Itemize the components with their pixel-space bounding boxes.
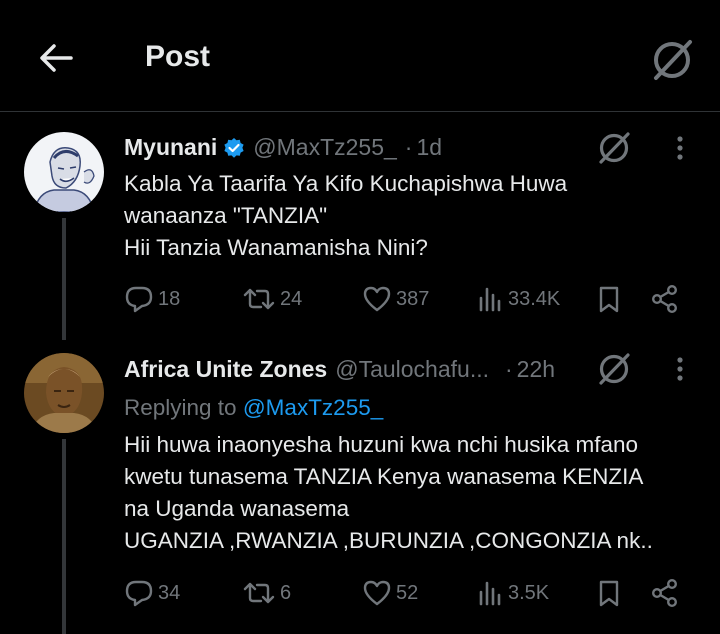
views-chart-icon <box>479 287 501 312</box>
tweet-text: Hii huwa inaonyesha huzuni kwa nchi husi… <box>124 432 653 553</box>
grok-button[interactable] <box>594 128 634 168</box>
grok-button[interactable] <box>648 36 696 84</box>
views-button[interactable]: 33.4K <box>478 281 560 317</box>
view-count: 33.4K <box>508 287 561 310</box>
display-name[interactable]: Africa Unite Zones <box>124 356 327 383</box>
views-button[interactable]: 3.5K <box>478 575 549 611</box>
back-button[interactable] <box>32 36 80 80</box>
reply-count: 34 <box>158 581 181 604</box>
share-button[interactable] <box>650 575 680 611</box>
repost-count: 24 <box>280 287 303 310</box>
repost-icon <box>243 288 275 310</box>
bookmark-icon <box>599 286 619 313</box>
avatar-sketch-portrait <box>24 132 104 212</box>
tweet-text: Kabla Ya Taarifa Ya Kifo Kuchapishwa Huw… <box>124 171 568 260</box>
grok-icon <box>599 353 630 385</box>
handle[interactable]: @MaxTz255_ <box>253 134 397 161</box>
repost-button[interactable]: 24 <box>242 281 302 317</box>
avatar[interactable] <box>24 353 104 433</box>
bookmark-button[interactable] <box>596 575 622 611</box>
repost-button[interactable]: 6 <box>242 575 291 611</box>
tweet-header: Myunani @MaxTz255_ · 1d <box>124 134 443 161</box>
timestamp[interactable]: 22h <box>517 356 555 383</box>
share-icon <box>652 285 678 314</box>
top-bar: Post <box>0 0 720 112</box>
replying-to: Replying to @MaxTz255_ <box>124 395 384 420</box>
reply-count: 18 <box>158 287 181 310</box>
grok-button[interactable] <box>594 349 634 389</box>
bookmark-button[interactable] <box>596 281 622 317</box>
avatar[interactable] <box>24 132 104 212</box>
repost-icon <box>243 582 275 604</box>
tweet-1[interactable]: Myunani @MaxTz255_ · 1d Kabla Ya Taarifa… <box>0 112 720 340</box>
more-button[interactable] <box>664 349 696 389</box>
reply-button[interactable]: 18 <box>124 281 180 317</box>
bookmark-icon <box>599 580 619 607</box>
display-name[interactable]: Myunani <box>124 134 217 161</box>
reply-icon <box>125 286 153 313</box>
verified-badge-icon <box>223 137 245 159</box>
tweet-2[interactable]: Africa Unite Zones @Taulochafu... · 22h … <box>0 337 720 634</box>
like-count: 387 <box>396 287 430 310</box>
view-count: 3.5K <box>508 581 550 604</box>
heart-icon <box>363 286 391 312</box>
like-count: 52 <box>396 581 419 604</box>
more-vertical-icon <box>677 357 683 381</box>
page-title: Post <box>145 40 211 73</box>
reply-button[interactable]: 34 <box>124 575 180 611</box>
handle[interactable]: @Taulochafu... <box>335 356 489 383</box>
timestamp[interactable]: 1d <box>416 134 442 161</box>
grok-icon <box>654 40 692 80</box>
more-vertical-icon <box>677 136 683 160</box>
like-button[interactable]: 52 <box>362 575 418 611</box>
mention-link[interactable]: @MaxTz255_ <box>243 395 383 420</box>
action-bar: 34 6 52 3.5K <box>124 575 704 611</box>
avatar-photo-elder <box>24 353 104 433</box>
repost-count: 6 <box>280 581 292 604</box>
arrow-left-icon <box>40 44 73 72</box>
like-button[interactable]: 387 <box>362 281 429 317</box>
share-button[interactable] <box>650 281 680 317</box>
thread-connector <box>62 439 66 634</box>
heart-icon <box>363 580 391 606</box>
share-icon <box>652 579 678 608</box>
grok-icon <box>599 132 630 164</box>
tweet-header: Africa Unite Zones @Taulochafu... · 22h <box>124 356 556 383</box>
action-bar: 18 24 387 33.4K <box>124 281 704 317</box>
more-button[interactable] <box>664 128 696 168</box>
thread-connector <box>62 218 66 340</box>
reply-icon <box>125 580 153 607</box>
views-chart-icon <box>479 581 501 606</box>
